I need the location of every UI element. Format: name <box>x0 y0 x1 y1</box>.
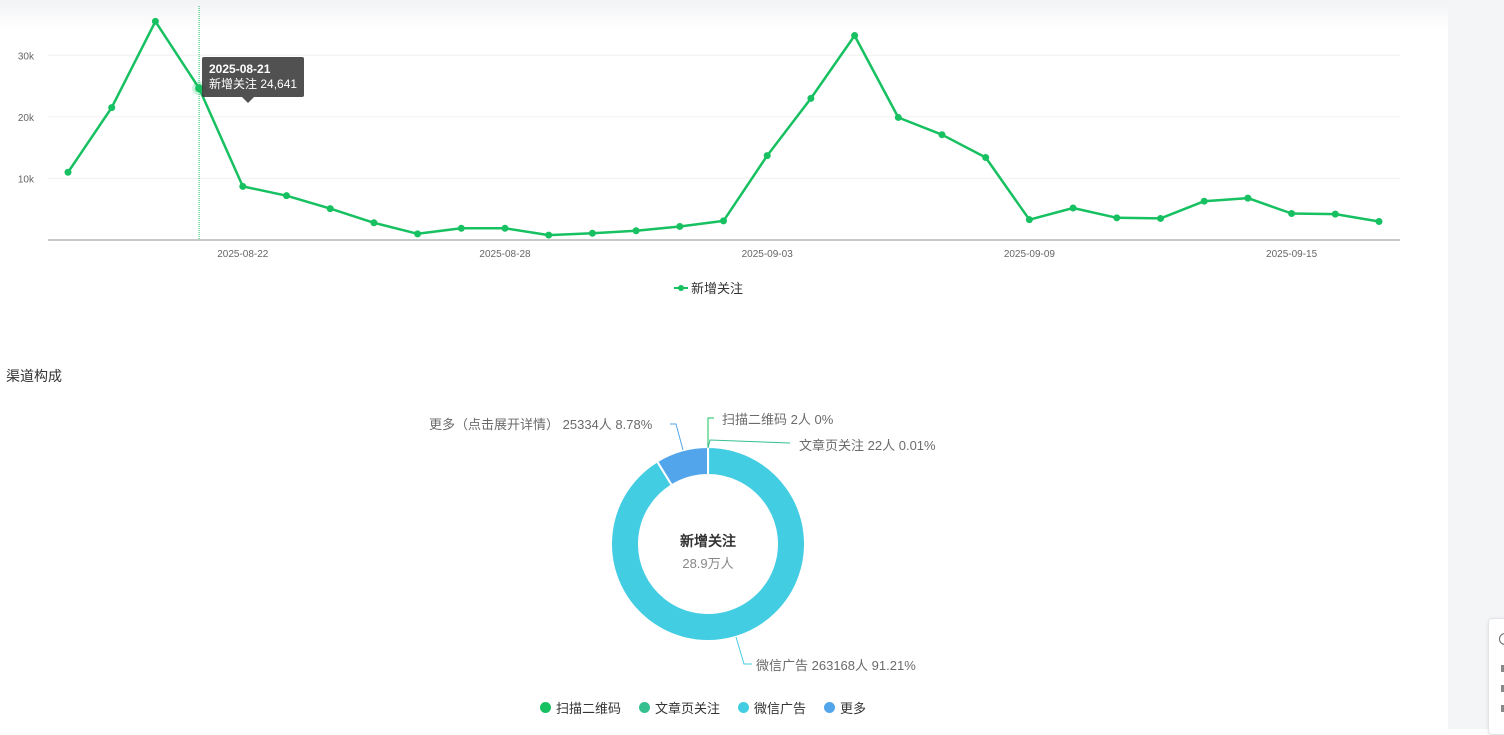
legend-label: 微信广告 <box>754 698 806 717</box>
legend-item-微信广告[interactable]: 微信广告 <box>738 698 806 717</box>
slice-label-微信广告: 微信广告 263168人 91.21% <box>756 655 916 674</box>
legend-dot-icon <box>738 702 749 713</box>
legend-dot-icon <box>540 702 551 713</box>
slice-label-扫描二维码: 扫描二维码 2人 0% <box>722 409 833 428</box>
slice-label-更多[interactable]: 更多（点击展开详情） 25334人 8.78% <box>429 414 652 433</box>
leader-line-微信广告 <box>736 637 752 664</box>
legend-item-扫描二维码[interactable]: 扫描二维码 <box>540 698 621 717</box>
channel-donut-chart <box>0 0 1448 729</box>
donut-center-label: 新增关注 28.9万人 <box>658 531 758 572</box>
donut-center-value: 28.9万人 <box>658 553 758 572</box>
donut-center-title: 新增关注 <box>658 531 758 551</box>
legend-label: 扫描二维码 <box>556 698 621 717</box>
legend-item-文章页关注[interactable]: 文章页关注 <box>639 698 720 717</box>
legend-dot-icon <box>639 702 650 713</box>
legend-label: 更多 <box>840 698 866 717</box>
dashboard-panel: 10k20k30k 2025-08-222025-08-282025-09-03… <box>0 0 1448 729</box>
legend-label: 文章页关注 <box>655 698 720 717</box>
legend-item-更多[interactable]: 更多 <box>824 698 866 717</box>
info-icon <box>1499 633 1504 645</box>
leader-line-更多 <box>670 424 683 450</box>
donut-legend: 扫描二维码 文章页关注 微信广告 更多 <box>540 698 866 717</box>
slice-label-文章页关注: 文章页关注 22人 0.01% <box>799 435 936 454</box>
floating-help-widget[interactable] <box>1488 618 1504 735</box>
legend-dot-icon <box>824 702 835 713</box>
